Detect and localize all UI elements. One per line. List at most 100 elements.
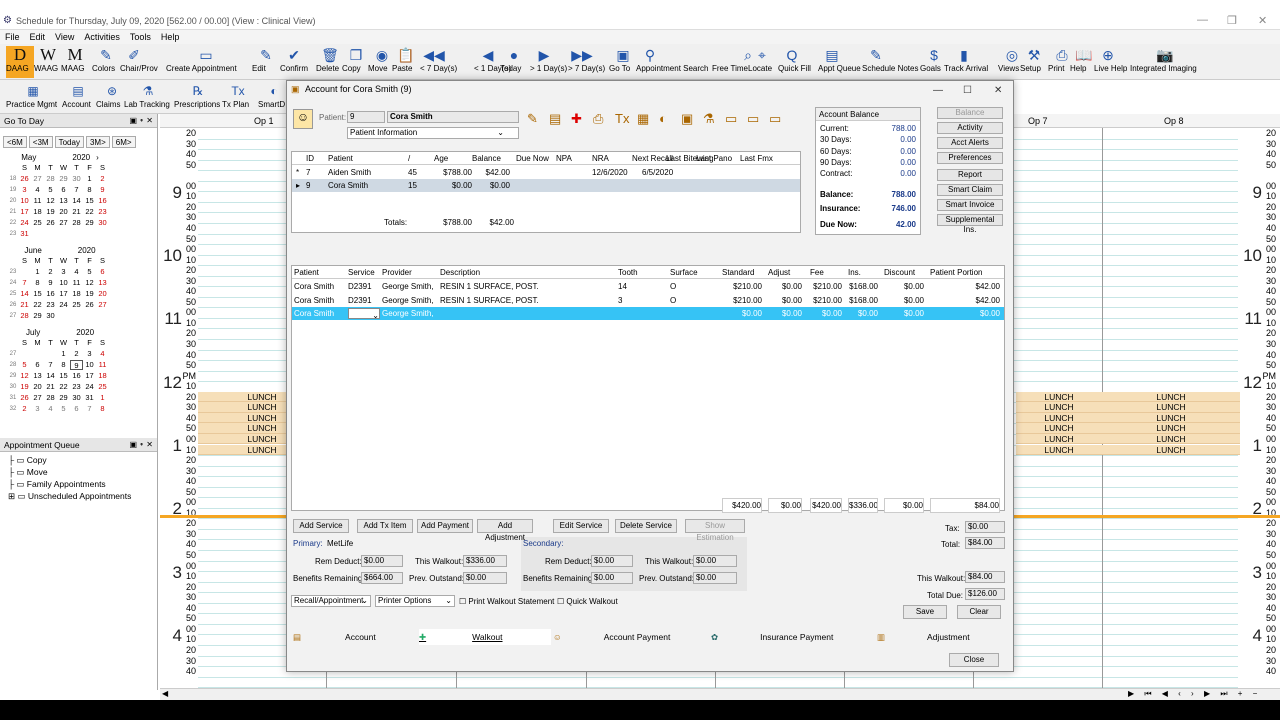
lunch-block[interactable]: LUNCH (1102, 412, 1240, 424)
lunch-block[interactable]: LUNCH (1102, 391, 1240, 403)
calendar-day[interactable]: 17 (83, 371, 96, 381)
calendar-day[interactable]: 14 (70, 196, 83, 206)
calendar-day[interactable]: 27 (57, 218, 70, 228)
calendar-day[interactable]: 6 (31, 360, 44, 370)
toolbar-setup-button[interactable]: ⚒ Setup (1020, 46, 1048, 78)
secondary-prev[interactable]: $0.00 (693, 572, 737, 584)
toolbar-locate-button[interactable]: ⌖ Locate (748, 46, 776, 78)
toolbar-live-help-button[interactable]: ⊕ Live Help (1094, 46, 1127, 78)
toolbar-goto-button[interactable]: ▣ Go To (609, 46, 637, 78)
lunch-block[interactable]: LUNCH (1016, 391, 1102, 403)
calendar-day[interactable]: 28 (44, 393, 57, 403)
family-row[interactable]: * 7 Aiden Smith 45 $788.00 $42.00 12/6/2020 6/5… (292, 166, 800, 179)
calendar-day[interactable]: 22 (57, 382, 70, 392)
add-tx-item-button[interactable]: Add Tx Item (357, 519, 413, 533)
queue-item-unscheduled[interactable]: ⊞ ▭ Unscheduled Appointments (8, 490, 131, 502)
side-button-smart-invoice[interactable]: Smart Invoice (937, 199, 1003, 211)
tx-row[interactable]: Cora Smith D2391 George Smith,... RESIN 1 S… (292, 294, 1004, 307)
clear-button[interactable]: Clear (957, 605, 1001, 619)
primary-prev[interactable]: $0.00 (463, 572, 507, 584)
toolbar-copy-button[interactable]: ❐ Copy (342, 46, 370, 78)
toolbar-tx-plan-button[interactable]: Tx Tx Plan (222, 82, 254, 114)
dialog-tool-icon[interactable]: ◐ (659, 111, 667, 126)
calendar-day[interactable]: 13 (57, 196, 70, 206)
patient-name-field[interactable]: Cora Smith (387, 111, 519, 123)
toolbar-lab-tracking-button[interactable]: ⚗ Lab Tracking (124, 82, 172, 114)
dialog-tool-icon[interactable]: ✚ (571, 111, 582, 127)
calendar-day[interactable]: 7 (83, 404, 96, 414)
menu-file[interactable]: File (0, 30, 25, 44)
dialog-tool-icon[interactable]: ▭ (725, 111, 737, 127)
side-button-activity[interactable]: Activity (937, 122, 1003, 134)
next-month-icon[interactable]: › (96, 153, 99, 162)
calendar-day[interactable]: 15 (31, 289, 44, 299)
calendar-day[interactable]: 22 (83, 207, 96, 217)
calendar-day[interactable]: 1 (31, 267, 44, 277)
scroll-left-icon[interactable]: ◀ (162, 689, 168, 698)
dialog-tool-icon[interactable]: ▣ (681, 111, 693, 127)
tx-row[interactable]: Cora Smith George Smith,... $0.00 $0.00 $0.0… (292, 307, 1004, 320)
calendar-day[interactable]: 22 (31, 300, 44, 310)
patient-info-select[interactable]: Patient Information ⌄ (347, 127, 519, 139)
calendar-day[interactable]: 9 (70, 360, 83, 370)
dialog-tool-icon[interactable]: ⚗ (703, 111, 715, 127)
queue-item-family[interactable]: ├ ▭ Family Appointments (8, 478, 131, 490)
calendar-day[interactable]: 1 (83, 174, 96, 184)
record-nav-icons[interactable]: ▶ ⏮ ◀ ‹ › ▶ ⏭ + − (1128, 689, 1261, 699)
calendar-day[interactable]: 20 (57, 207, 70, 217)
calendar-day[interactable]: 11 (31, 196, 44, 206)
calendar-day[interactable]: 16 (70, 371, 83, 381)
calendar-day[interactable]: 5 (44, 185, 57, 195)
calendar-day[interactable]: 6 (57, 185, 70, 195)
calendar-day[interactable]: 12 (18, 371, 31, 381)
toolbar-minus1-button[interactable]: ◀ < 1 Day(s) (474, 46, 511, 78)
toolbar-integrated-imaging-button[interactable]: 📷 Integrated Imaging (1130, 46, 1200, 78)
calendar-day[interactable]: 24 (83, 382, 96, 392)
calendar-day[interactable]: 5 (57, 404, 70, 414)
add-adjustment-button[interactable]: Add Adjustment (477, 519, 533, 542)
calendar-day[interactable]: 25 (31, 218, 44, 228)
calendar-day[interactable]: 3 (83, 349, 96, 359)
calendar-day[interactable]: 5 (83, 267, 96, 277)
calendar-day[interactable]: 29 (83, 218, 96, 228)
primary-walkout[interactable]: $336.00 (463, 555, 507, 567)
calendar-day[interactable]: 7 (44, 360, 57, 370)
calendar-day[interactable]: 2 (44, 267, 57, 277)
calendar-day[interactable]: 2 (18, 404, 31, 414)
calendar-day[interactable]: 29 (31, 311, 44, 321)
secondary-walkout[interactable]: $0.00 (693, 555, 737, 567)
calendar-day[interactable]: 19 (18, 382, 31, 392)
calendar-day[interactable]: 4 (44, 404, 57, 414)
calendar-day[interactable]: 17 (18, 207, 31, 217)
toolbar-schedule-notes-button[interactable]: ✎ Schedule Notes (862, 46, 918, 78)
calendar-day[interactable]: 23 (96, 207, 109, 217)
calendar-day[interactable]: 21 (70, 207, 83, 217)
calendar-day[interactable]: 13 (31, 371, 44, 381)
toolbar-delete-button[interactable]: 🗑 Delete (316, 46, 344, 78)
fwd-3m-button[interactable]: 3M> (85, 136, 110, 148)
calendar-day[interactable]: 28 (18, 311, 31, 321)
tax-field[interactable]: $0.00 (965, 521, 1005, 533)
calendar-day[interactable]: 28 (70, 218, 83, 228)
side-button-supplemental-ins[interactable]: Supplemental Ins. (937, 214, 1003, 234)
toolbar-edit-button[interactable]: ✎ Edit (252, 46, 280, 78)
dialog-maximize-icon[interactable]: ☐ (963, 83, 972, 99)
calendar-day[interactable]: 21 (44, 382, 57, 392)
dialog-tool-icon[interactable]: Tx (615, 111, 629, 126)
calendar-day[interactable]: 14 (18, 289, 31, 299)
menu-help[interactable]: Help (156, 30, 185, 44)
calendar-day[interactable]: 1 (96, 393, 109, 403)
toolbar-plus7-button[interactable]: ▶▶ > 7 Day(s) (568, 46, 605, 78)
family-icon[interactable]: ☺ (293, 109, 313, 129)
dialog-tool-icon[interactable]: ▭ (747, 111, 759, 127)
calendar-day[interactable]: 12 (44, 196, 57, 206)
save-button[interactable]: Save (903, 605, 947, 619)
calendar-day[interactable]: 9 (44, 278, 57, 288)
lunch-block[interactable]: LUNCH (1016, 444, 1102, 455)
pane-controls[interactable]: ▣ ᛭ ✕ (129, 114, 153, 128)
calendar-day[interactable]: 30 (44, 311, 57, 321)
primary-rem-deduct[interactable]: $0.00 (361, 555, 403, 567)
calendar-day[interactable]: 6 (70, 404, 83, 414)
calendar-day[interactable]: 23 (44, 300, 57, 310)
calendar-day[interactable]: 26 (44, 218, 57, 228)
